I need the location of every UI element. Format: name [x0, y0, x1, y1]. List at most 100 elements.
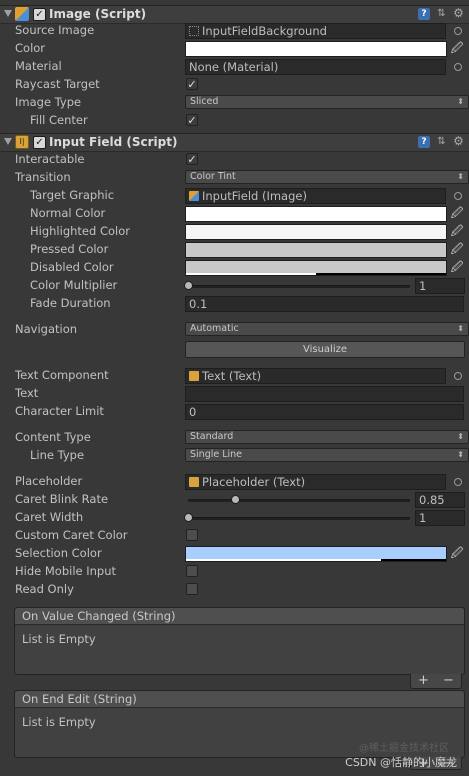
- help-icon[interactable]: ?: [418, 8, 430, 20]
- hide-mobile-input-label: Hide Mobile Input: [15, 564, 117, 578]
- add-listener-button[interactable]: +: [411, 674, 436, 687]
- image-enabled-checkbox[interactable]: ✓: [33, 8, 46, 21]
- dropdown-arrow-icon: ⬍: [457, 97, 464, 106]
- help-icon[interactable]: ?: [418, 136, 430, 148]
- preset-icon[interactable]: ⇅: [436, 8, 447, 19]
- caret-blink-rate-slider[interactable]: [188, 499, 410, 502]
- on-end-edit-empty: List is Empty: [22, 715, 96, 729]
- highlighted-color-label: Highlighted Color: [30, 224, 130, 238]
- object-picker-icon[interactable]: [454, 27, 462, 35]
- object-picker-icon[interactable]: [454, 372, 462, 380]
- foldout-arrow-icon[interactable]: [4, 10, 12, 17]
- text-component-label: Text Component: [15, 368, 109, 382]
- source-image-value: InputFieldBackground: [202, 24, 327, 38]
- color-label: Color: [15, 41, 46, 55]
- interactable-checkbox[interactable]: ✓: [186, 153, 198, 166]
- caret-width-field[interactable]: 1: [415, 510, 465, 526]
- content-type-value: Standard: [190, 431, 234, 442]
- content-type-label: Content Type: [15, 430, 91, 444]
- highlighted-color-swatch[interactable]: [185, 224, 447, 240]
- color-multiplier-label: Color Multiplier: [30, 278, 118, 292]
- image-color-swatch[interactable]: [185, 41, 447, 57]
- transition-value: Color Tint: [190, 171, 236, 182]
- line-type-label: Line Type: [30, 448, 85, 462]
- input-field-component-header[interactable]: I| ✓ Input Field (Script) ? ⇅ ⚙: [0, 133, 469, 152]
- text-component-field[interactable]: Text (Text): [185, 368, 446, 384]
- fade-duration-field[interactable]: 0.1: [185, 296, 464, 312]
- eyedropper-icon[interactable]: 🖉: [450, 546, 464, 560]
- caret-width-slider[interactable]: [188, 517, 410, 520]
- caret-blink-rate-thumb[interactable]: [231, 495, 240, 504]
- navigation-value: Automatic: [190, 323, 239, 334]
- sprite-icon: [189, 26, 199, 36]
- pressed-color-swatch[interactable]: [185, 242, 447, 258]
- normal-color-swatch[interactable]: [185, 206, 447, 222]
- selection-alpha-rest: [381, 559, 446, 561]
- read-only-label: Read Only: [15, 582, 74, 596]
- eyedropper-icon[interactable]: 🖉: [450, 260, 464, 274]
- transition-dropdown[interactable]: Color Tint ⬍: [185, 170, 469, 184]
- line-type-dropdown[interactable]: Single Line ⬍: [185, 448, 469, 462]
- material-value: None (Material): [189, 60, 279, 74]
- color-multiplier-slider[interactable]: [188, 285, 410, 288]
- interactable-label: Interactable: [15, 152, 85, 166]
- fill-center-checkbox[interactable]: ✓: [186, 114, 198, 127]
- raycast-target-checkbox[interactable]: ✓: [186, 78, 198, 91]
- source-image-field[interactable]: InputFieldBackground: [185, 23, 446, 39]
- material-field[interactable]: None (Material): [185, 59, 446, 75]
- eyedropper-icon[interactable]: 🖉: [450, 224, 464, 238]
- text-label: Text: [15, 386, 39, 400]
- foldout-arrow-icon[interactable]: [4, 138, 12, 145]
- read-only-checkbox[interactable]: [186, 583, 198, 595]
- eyedropper-icon[interactable]: 🖉: [450, 242, 464, 256]
- text-component-icon: [189, 371, 199, 381]
- on-value-changed-event[interactable]: On Value Changed (String) List is Empty: [14, 607, 465, 675]
- navigation-dropdown[interactable]: Automatic ⬍: [185, 322, 469, 336]
- raycast-target-label: Raycast Target: [15, 77, 100, 91]
- target-graphic-field[interactable]: InputField (Image): [185, 188, 446, 204]
- preset-icon[interactable]: ⇅: [436, 136, 447, 147]
- image-type-dropdown[interactable]: Sliced ⬍: [185, 95, 469, 109]
- selection-color-label: Selection Color: [15, 546, 102, 560]
- content-type-dropdown[interactable]: Standard ⬍: [185, 430, 469, 444]
- navigation-label: Navigation: [15, 322, 78, 336]
- text-field[interactable]: [185, 386, 464, 402]
- input-field-enabled-checkbox[interactable]: ✓: [33, 136, 46, 149]
- on-end-edit-header: On End Edit (String): [15, 691, 464, 708]
- eyedropper-icon[interactable]: 🖉: [450, 206, 464, 220]
- character-limit-field[interactable]: 0: [185, 404, 464, 420]
- dropdown-arrow-icon: ⬍: [457, 450, 464, 459]
- caret-width-thumb[interactable]: [184, 513, 193, 522]
- image-component-title: Image (Script): [49, 7, 147, 21]
- object-picker-icon[interactable]: [454, 63, 462, 71]
- image-component-icon: [15, 7, 29, 21]
- selection-color-swatch[interactable]: [185, 546, 447, 562]
- gear-icon[interactable]: ⚙: [452, 135, 465, 148]
- watermark-faint: @稀土掘金技术社区: [359, 743, 449, 754]
- text-component-icon: [189, 477, 199, 487]
- input-field-component-icon: I|: [15, 135, 29, 149]
- custom-caret-color-checkbox[interactable]: [186, 529, 198, 541]
- eyedropper-icon[interactable]: 🖉: [450, 41, 464, 55]
- caret-blink-rate-field[interactable]: 0.85: [415, 492, 465, 508]
- pressed-color-label: Pressed Color: [30, 242, 109, 256]
- target-graphic-label: Target Graphic: [30, 188, 115, 202]
- object-picker-icon[interactable]: [454, 192, 462, 200]
- image-type-value: Sliced: [190, 96, 219, 107]
- color-multiplier-thumb[interactable]: [184, 281, 193, 290]
- fade-duration-label: Fade Duration: [30, 296, 111, 310]
- hide-mobile-input-checkbox[interactable]: [186, 565, 198, 577]
- dropdown-arrow-icon: ⬍: [457, 432, 464, 441]
- image-component-header[interactable]: ✓ Image (Script) ? ⇅ ⚙: [0, 5, 469, 24]
- gear-icon[interactable]: ⚙: [452, 7, 465, 20]
- placeholder-field[interactable]: Placeholder (Text): [185, 474, 446, 490]
- character-limit-label: Character Limit: [15, 404, 104, 418]
- visualize-button[interactable]: Visualize: [185, 341, 465, 358]
- color-multiplier-field[interactable]: 1: [415, 278, 465, 294]
- object-picker-icon[interactable]: [454, 478, 462, 486]
- target-graphic-value: InputField (Image): [202, 189, 307, 203]
- disabled-color-swatch[interactable]: [185, 260, 447, 276]
- image-type-label: Image Type: [15, 95, 82, 109]
- on-value-changed-header: On Value Changed (String): [15, 608, 464, 625]
- remove-listener-button[interactable]: −: [436, 674, 461, 687]
